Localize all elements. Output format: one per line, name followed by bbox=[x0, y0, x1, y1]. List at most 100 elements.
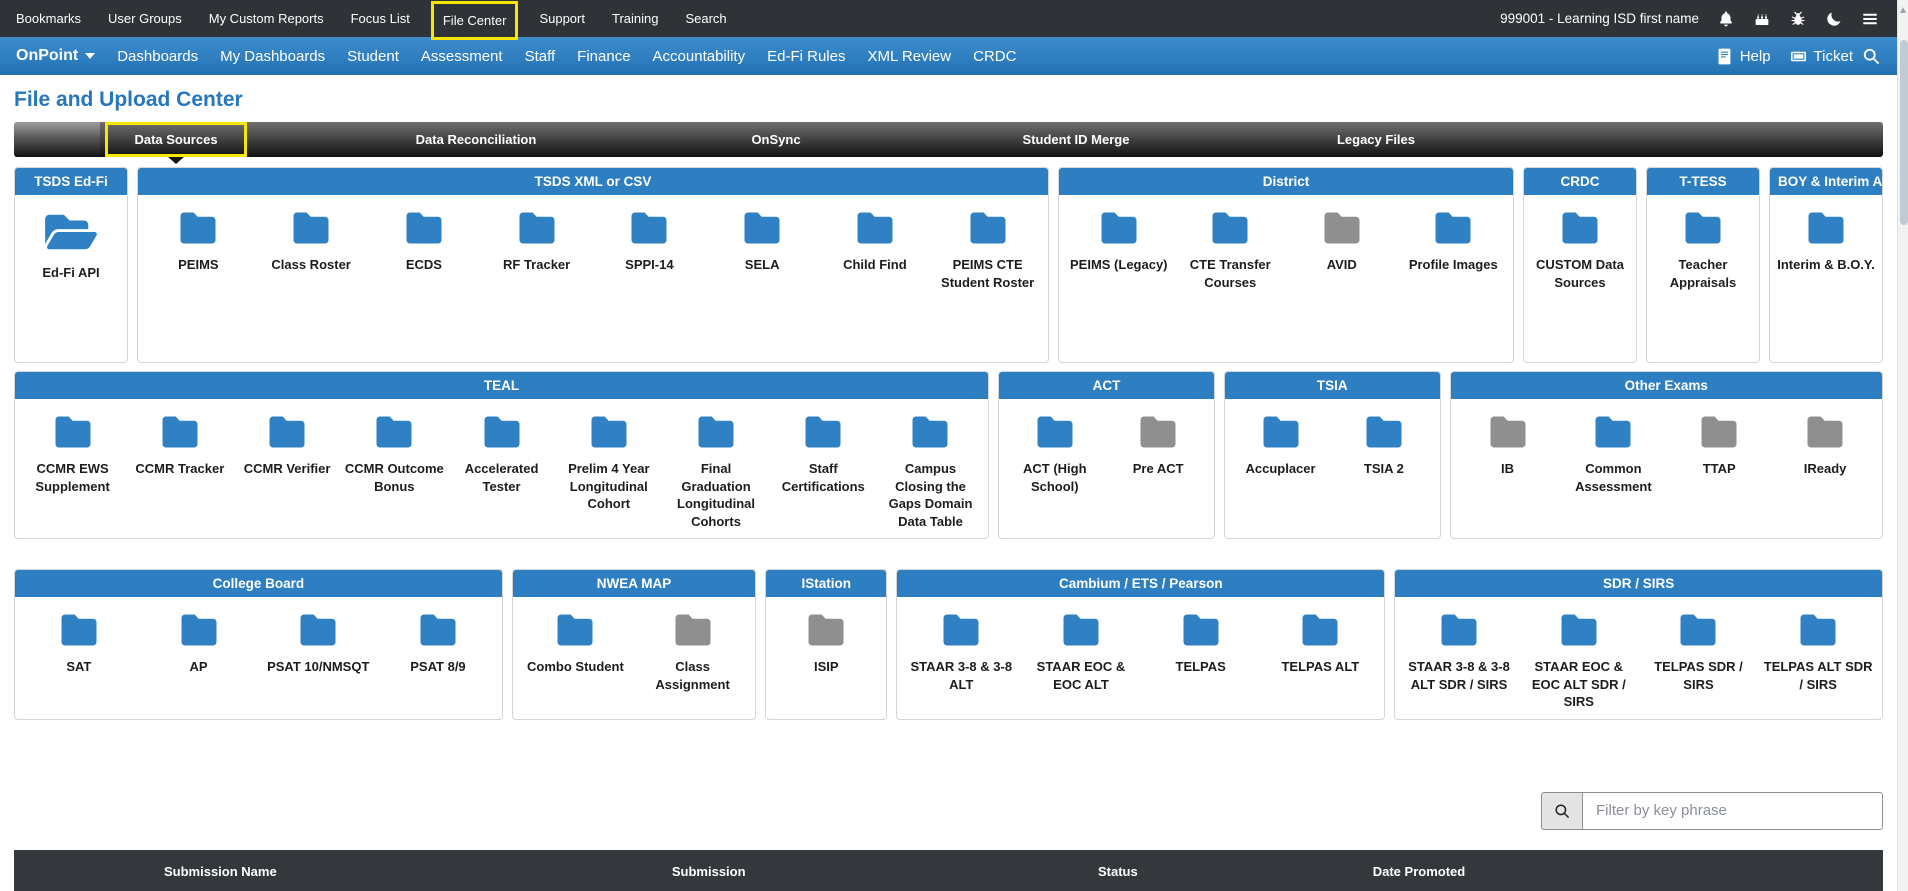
folder-item-ttap[interactable]: TTAP bbox=[1666, 413, 1772, 478]
folder-item-staff-certifications[interactable]: Staff Certifications bbox=[770, 413, 877, 495]
brand-onpoint[interactable]: OnPoint bbox=[16, 47, 96, 65]
card-title: College Board bbox=[15, 570, 502, 598]
nav-item-accountability[interactable]: Accountability bbox=[653, 48, 746, 65]
folder-item-avid[interactable]: AVID bbox=[1286, 209, 1398, 274]
topbar-item-user-groups[interactable]: User Groups bbox=[108, 11, 182, 26]
nav-item-assessment[interactable]: Assessment bbox=[421, 48, 503, 65]
folder-item-ecds[interactable]: ECDS bbox=[368, 209, 481, 274]
menu-icon[interactable] bbox=[1861, 10, 1879, 28]
folder-icon bbox=[266, 413, 308, 451]
help-label: Help bbox=[1739, 47, 1771, 65]
folder-icon bbox=[1438, 611, 1480, 649]
ticket-label: Ticket bbox=[1813, 47, 1853, 65]
scrollbar-thumb[interactable] bbox=[1899, 40, 1908, 225]
folder-item-class-assignment[interactable]: Class Assignment bbox=[634, 611, 751, 693]
folder-item-pre-act[interactable]: Pre ACT bbox=[1106, 413, 1209, 478]
nav-item-my-dashboards[interactable]: My Dashboards bbox=[220, 48, 325, 65]
nav-item-ed-fi-rules[interactable]: Ed-Fi Rules bbox=[767, 48, 845, 65]
folder-item-staar-eoc-eoc-alt[interactable]: STAAR EOC & EOC ALT bbox=[1021, 611, 1141, 693]
nav-item-xml-review[interactable]: XML Review bbox=[867, 48, 951, 65]
help-button[interactable]: Help bbox=[1715, 47, 1771, 66]
folder-item-teacher-appraisals[interactable]: Teacher Appraisals bbox=[1651, 209, 1755, 291]
tab-data-sources[interactable]: Data Sources bbox=[26, 122, 326, 164]
tab-onsync[interactable]: OnSync bbox=[626, 122, 926, 157]
card-body: STAAR 3-8 & 3-8 ALT STAAR EOC & EOC ALT TE… bbox=[897, 597, 1384, 719]
folder-item-ccmr-verifier[interactable]: CCMR Verifier bbox=[233, 413, 340, 478]
ticket-button[interactable]: Ticket bbox=[1789, 47, 1853, 66]
folder-item-accelerated-tester[interactable]: Accelerated Tester bbox=[448, 413, 555, 495]
folder-item-ed-fi-api[interactable]: Ed-Fi API bbox=[19, 209, 123, 282]
folder-item-cte-transfer-courses[interactable]: CTE Transfer Courses bbox=[1175, 209, 1287, 291]
folder-item-act-high-school[interactable]: ACT (High School) bbox=[1003, 413, 1106, 495]
folder-item-rf-tracker[interactable]: RF Tracker bbox=[480, 209, 593, 274]
bell-icon[interactable] bbox=[1717, 10, 1735, 28]
folder-item-telpas[interactable]: TELPAS bbox=[1141, 611, 1261, 676]
folder-item-tsia-2[interactable]: TSIA 2 bbox=[1332, 413, 1435, 478]
folder-icon bbox=[159, 413, 201, 451]
scrollbar[interactable] bbox=[1897, 0, 1908, 891]
folder-item-iready[interactable]: IReady bbox=[1772, 413, 1878, 478]
folder-item-combo-student[interactable]: Combo Student bbox=[517, 611, 634, 676]
topbar-item-bookmarks[interactable]: Bookmarks bbox=[16, 11, 81, 26]
folder-item-common-assessment[interactable]: Common Assessment bbox=[1560, 413, 1666, 495]
topbar-item-my-custom-reports[interactable]: My Custom Reports bbox=[209, 11, 324, 26]
folder-item-label: Campus Closing the Gaps Domain Data Tabl… bbox=[888, 461, 973, 529]
tab-label: Data Sources bbox=[105, 122, 247, 157]
folder-icon bbox=[1677, 611, 1719, 649]
folder-item-interim-b-o-y[interactable]: Interim & B.O.Y. bbox=[1774, 209, 1878, 274]
folder-item-peims-cte-student-roster[interactable]: PEIMS CTE Student Roster bbox=[931, 209, 1044, 291]
folder-item-psat-10-nmsqt[interactable]: PSAT 10/NMSQT bbox=[258, 611, 378, 676]
moon-icon[interactable] bbox=[1825, 10, 1843, 28]
folder-item-ccmr-ews-supplement[interactable]: CCMR EWS Supplement bbox=[19, 413, 126, 495]
tab-label: Legacy Files bbox=[1336, 132, 1416, 147]
folder-item-ccmr-outcome-bonus[interactable]: CCMR Outcome Bonus bbox=[341, 413, 448, 495]
search-icon[interactable] bbox=[1861, 46, 1881, 66]
filter-search-button[interactable] bbox=[1541, 791, 1583, 830]
folder-item-staar-eoc-eoc-alt-sdr-sirs[interactable]: STAAR EOC & EOC ALT SDR / SIRS bbox=[1519, 611, 1639, 711]
folder-icon bbox=[1098, 209, 1140, 247]
folder-item-ib[interactable]: IB bbox=[1455, 413, 1561, 478]
folder-item-sela[interactable]: SELA bbox=[706, 209, 819, 274]
filter-input[interactable] bbox=[1583, 791, 1883, 830]
folder-item-isip[interactable]: ISIP bbox=[770, 611, 882, 676]
folder-item-custom-data-sources[interactable]: CUSTOM Data Sources bbox=[1528, 209, 1632, 291]
folder-item-staar-3-8-3-8-alt[interactable]: STAAR 3-8 & 3-8 ALT bbox=[901, 611, 1021, 693]
topbar-item-focus-list[interactable]: Focus List bbox=[351, 11, 410, 26]
topbar-item-support[interactable]: Support bbox=[539, 11, 585, 26]
folder-item-class-roster[interactable]: Class Roster bbox=[255, 209, 368, 274]
folder-item-label: PEIMS bbox=[178, 257, 219, 272]
folder-item-child-find[interactable]: Child Find bbox=[819, 209, 932, 274]
folder-item-sppi-14[interactable]: SPPI-14 bbox=[593, 209, 706, 274]
folder-item-telpas-sdr-sirs[interactable]: TELPAS SDR / SIRS bbox=[1639, 611, 1759, 693]
folder-item-campus-closing-the-gaps-domain-data-table[interactable]: Campus Closing the Gaps Domain Data Tabl… bbox=[877, 413, 984, 530]
folder-item-profile-images[interactable]: Profile Images bbox=[1398, 209, 1510, 274]
nav-item-crdc[interactable]: CRDC bbox=[973, 48, 1016, 65]
tab-data-reconciliation[interactable]: Data Reconciliation bbox=[326, 122, 626, 157]
folder-item-accuplacer[interactable]: Accuplacer bbox=[1229, 413, 1332, 478]
tab-student-id-merge[interactable]: Student ID Merge bbox=[926, 122, 1226, 157]
folder-item-psat-8-9[interactable]: PSAT 8/9 bbox=[378, 611, 498, 676]
folder-item-peims[interactable]: PEIMS bbox=[142, 209, 255, 274]
cards-area: TSDS Ed-Fi Ed-Fi API TSDS XML or CSV PEIMS C… bbox=[14, 167, 1883, 720]
folder-item-ap[interactable]: AP bbox=[139, 611, 259, 676]
topbar-item-file-center[interactable]: File Center bbox=[430, 1, 519, 40]
nav-item-staff[interactable]: Staff bbox=[525, 48, 556, 65]
folder-item-ccmr-tracker[interactable]: CCMR Tracker bbox=[126, 413, 233, 478]
topbar-item-training[interactable]: Training bbox=[612, 11, 658, 26]
topbar-item-search[interactable]: Search bbox=[685, 11, 726, 26]
nav-item-student[interactable]: Student bbox=[347, 48, 399, 65]
cake-icon[interactable] bbox=[1753, 10, 1771, 28]
folder-item-staar-3-8-3-8-alt-sdr-sirs[interactable]: STAAR 3-8 & 3-8 ALT SDR / SIRS bbox=[1399, 611, 1519, 693]
folder-item-final-graduation-longitudinal-cohorts[interactable]: Final Graduation Longitudinal Cohorts bbox=[662, 413, 769, 530]
nav-item-finance[interactable]: Finance bbox=[577, 48, 630, 65]
folder-item-peims-legacy[interactable]: PEIMS (Legacy) bbox=[1063, 209, 1175, 274]
folder-item-telpas-alt-sdr-sirs[interactable]: TELPAS ALT SDR / SIRS bbox=[1758, 611, 1878, 693]
folder-item-sat[interactable]: SAT bbox=[19, 611, 139, 676]
folder-icon bbox=[940, 611, 982, 649]
folder-item-prelim-4-year-longitudinal-cohort[interactable]: Prelim 4 Year Longitudinal Cohort bbox=[555, 413, 662, 513]
nav-item-dashboards[interactable]: Dashboards bbox=[117, 48, 198, 65]
folder-item-label: TELPAS bbox=[1175, 659, 1226, 675]
folder-item-telpas-alt[interactable]: TELPAS ALT bbox=[1261, 611, 1381, 676]
bug-icon[interactable] bbox=[1789, 10, 1807, 28]
tab-legacy-files[interactable]: Legacy Files bbox=[1226, 122, 1526, 157]
